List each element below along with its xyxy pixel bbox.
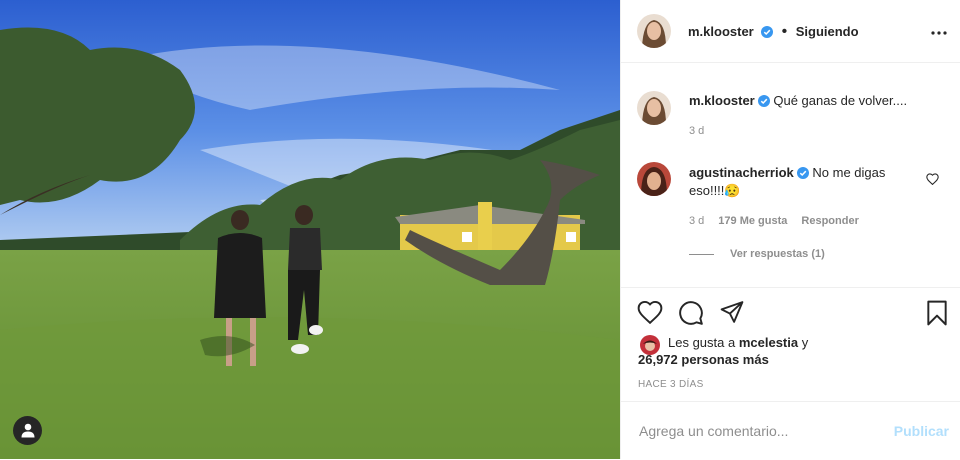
author-avatar-image (637, 14, 671, 48)
add-comment-bar: Publicar (621, 401, 960, 460)
view-replies-label: Ver respuestas (1) (730, 248, 825, 260)
comment-icon (679, 301, 703, 325)
verified-badge-icon (761, 26, 774, 38)
author-username[interactable]: m.klooster (688, 24, 754, 39)
comment-input[interactable] (637, 422, 881, 440)
caption: m.klooster Qué ganas de volver.... (689, 92, 939, 110)
caption-text: Qué ganas de volver.... (773, 93, 908, 108)
comment-button[interactable] (678, 300, 704, 331)
likes-connector: y (798, 335, 809, 350)
comment-time[interactable]: 3 d (689, 215, 704, 227)
comment-likes[interactable]: 179 Me gusta (718, 215, 787, 227)
share-button[interactable] (719, 300, 745, 330)
view-replies-button[interactable]: Ver respuestas (1) (689, 248, 825, 260)
comment-meta: 3 d 179 Me gusta Responder (689, 215, 859, 227)
comments-section: m.klooster Qué ganas de volver.... 3 d a… (621, 62, 960, 287)
post-header: m.klooster • Siguiendo (621, 0, 960, 63)
bookmark-icon (927, 300, 947, 326)
heart-outline-icon (926, 173, 939, 186)
publish-button[interactable]: Publicar (894, 423, 949, 439)
replies-divider (689, 253, 714, 255)
likes-count[interactable]: 26,972 personas más (638, 352, 769, 367)
photo-image (0, 0, 620, 459)
like-comment-button[interactable] (926, 172, 939, 190)
post-photo[interactable] (0, 0, 620, 459)
heart-icon (637, 300, 663, 325)
author-avatar[interactable] (637, 14, 671, 48)
verified-badge-icon (757, 95, 770, 107)
comment: agustinacherriok No me digas eso!!!!😥 (689, 164, 919, 200)
save-button[interactable] (925, 300, 949, 331)
commenter-avatar-image (637, 162, 671, 196)
caption-avatar-image (637, 91, 671, 125)
caption-avatar[interactable] (637, 91, 671, 125)
share-icon (720, 301, 744, 323)
user-tag-icon (21, 423, 34, 438)
verified-badge-icon (796, 167, 809, 179)
liker-username[interactable]: mcelestia (739, 335, 798, 350)
user-tag-button[interactable] (13, 416, 42, 445)
likes-prefix: Les gusta a (668, 335, 739, 350)
reply-button[interactable]: Responder (801, 215, 858, 227)
likes-summary: Les gusta a mcelestia y 26,972 personas … (638, 334, 809, 368)
header-user-line: m.klooster • Siguiendo (688, 23, 859, 41)
instagram-post: m.klooster • Siguiendo m.klooster Qué ga… (0, 0, 960, 459)
following-button[interactable]: Siguiendo (796, 24, 859, 39)
commenter-username[interactable]: agustinacherriok (689, 165, 794, 180)
post-timestamp[interactable]: HACE 3 DÍAS (638, 379, 704, 390)
post-side-panel: m.klooster • Siguiendo m.klooster Qué ga… (620, 0, 960, 459)
like-button[interactable] (637, 300, 663, 329)
commenter-avatar[interactable] (637, 162, 671, 196)
more-horizontal-icon (931, 31, 947, 35)
separator-dot: • (781, 23, 788, 40)
more-options-button[interactable] (931, 22, 947, 40)
caption-time[interactable]: 3 d (689, 125, 704, 137)
caption-username[interactable]: m.klooster (689, 93, 755, 108)
post-actions: Les gusta a mcelestia y 26,972 personas … (621, 287, 960, 402)
